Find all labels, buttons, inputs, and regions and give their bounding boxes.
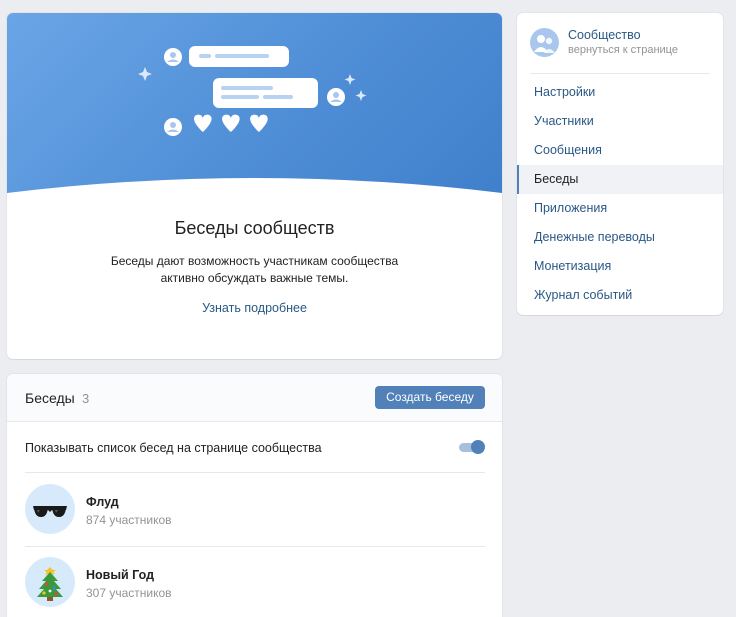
chat-name: Флуд	[86, 495, 119, 509]
learn-more-link[interactable]: Узнать подробнее	[7, 301, 502, 315]
chat-members-count: 307 участников	[86, 586, 172, 600]
sunglasses-icon	[25, 484, 75, 534]
toggle-knob	[471, 440, 485, 454]
sidebar-item-messages[interactable]: Сообщения	[517, 136, 723, 165]
show-list-label: Показывать список бесед на странице сооб…	[25, 441, 322, 455]
community-back-link[interactable]: Сообщество вернуться к странице	[517, 13, 723, 73]
show-list-toggle[interactable]	[459, 440, 485, 454]
chat-list-item[interactable]: Новый Год 307 участников	[25, 547, 485, 617]
menu-divider	[530, 73, 710, 74]
community-avatar-icon	[530, 28, 559, 57]
intro-description: Беседы дают возможность участникам сообщ…	[110, 254, 399, 285]
chat-name: Новый Год	[86, 568, 155, 582]
chat-illustration	[7, 46, 502, 213]
chat-list-item[interactable]: Флуд 874 участников	[25, 474, 485, 547]
chat-members-count: 874 участников	[86, 513, 172, 527]
sidebar-item-monetization[interactable]: Монетизация	[517, 252, 723, 281]
show-list-setting: Показывать список бесед на странице сооб…	[25, 422, 485, 473]
chats-intro-card: Беседы сообществ Беседы дают возможность…	[7, 13, 502, 359]
community-side-menu: Сообщество вернуться к странице Настройк…	[517, 13, 723, 315]
christmas-tree-icon	[25, 557, 75, 607]
community-name: Сообщество	[568, 28, 641, 42]
sidebar-item-money-transfers[interactable]: Денежные переводы	[517, 223, 723, 252]
sidebar-item-members[interactable]: Участники	[517, 107, 723, 136]
sidebar-item-settings[interactable]: Настройки	[517, 78, 723, 107]
chats-list-card: Беседы 3 Создать беседу Показывать списо…	[7, 374, 502, 617]
sidebar-item-apps[interactable]: Приложения	[517, 194, 723, 223]
sidebar-item-chats[interactable]: Беседы	[517, 165, 723, 194]
hero-banner	[7, 13, 502, 213]
sidebar-item-event-log[interactable]: Журнал событий	[517, 281, 723, 310]
chats-title: Беседы	[25, 390, 75, 406]
chats-header: Беседы 3 Создать беседу	[7, 374, 502, 422]
back-to-page-label: вернуться к странице	[568, 44, 678, 56]
create-chat-button[interactable]: Создать беседу	[375, 386, 485, 409]
chats-count: 3	[82, 391, 90, 406]
intro-title: Беседы сообществ	[174, 218, 335, 238]
